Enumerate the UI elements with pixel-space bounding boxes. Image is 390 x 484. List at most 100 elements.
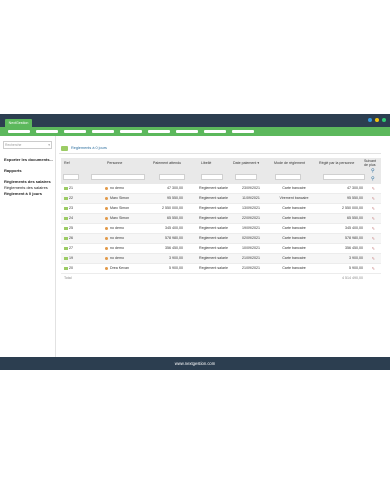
cell-text: 2 550 000,00 bbox=[162, 206, 183, 210]
cell-text: Reglement salarie bbox=[199, 236, 228, 240]
cell-text: 578 980,00 bbox=[345, 236, 363, 240]
row-action-icon[interactable]: ✎ bbox=[372, 186, 375, 191]
sidebar-link[interactable]: Exporter les documents... bbox=[4, 157, 53, 162]
row-person[interactable]: Marc Simon bbox=[105, 216, 145, 220]
table-row[interactable]: 27 no demo 356 450,00 Reglement salarie 10/0… bbox=[61, 244, 381, 254]
column-header[interactable]: Paiement attendu bbox=[153, 161, 181, 165]
cell-text: 19 bbox=[69, 256, 73, 260]
column-filter-input[interactable] bbox=[275, 174, 301, 180]
cell-text: 65 550,00 bbox=[347, 216, 363, 220]
row-ref[interactable]: 23 bbox=[64, 206, 84, 210]
table-row[interactable]: 23 Marc Simon 2 550 000,00 Reglement salari… bbox=[61, 204, 381, 214]
row-cell: Reglement salarie bbox=[199, 226, 237, 230]
nav-item[interactable] bbox=[36, 130, 58, 133]
table-row[interactable]: 22 Marc Simon 95 550,00 Reglement salarie 11… bbox=[61, 194, 381, 204]
search-icon[interactable]: ⚲ bbox=[371, 168, 375, 174]
sidebar-search-input[interactable]: Recherche ▾ bbox=[3, 141, 52, 149]
nav-item[interactable] bbox=[8, 130, 30, 133]
table-row[interactable]: 24 Marc Simon 65 550,00 Reglement salarie 22… bbox=[61, 214, 381, 224]
row-ref[interactable]: 27 bbox=[64, 246, 84, 250]
column-header[interactable]: Personne bbox=[107, 161, 122, 165]
cell-text: 345 400,00 bbox=[165, 226, 183, 230]
row-ref[interactable]: 24 bbox=[64, 216, 84, 220]
row-action-icon[interactable]: ✎ bbox=[372, 256, 375, 261]
row-person[interactable]: no demo bbox=[105, 226, 145, 230]
user-icon bbox=[105, 226, 108, 230]
row-action-icon[interactable]: ✎ bbox=[372, 246, 375, 251]
table-row[interactable]: 26 no demo 578 980,00 Reglement salarie 02/0… bbox=[61, 234, 381, 244]
column-header[interactable]: Réglé par la personne bbox=[319, 161, 354, 165]
column-header[interactable]: Mode de règlement bbox=[274, 161, 305, 165]
sidebar-link[interactable]: Rapports bbox=[4, 168, 22, 173]
column-filter-input[interactable] bbox=[235, 174, 257, 180]
footer-banner: www.nextgestion.com bbox=[0, 357, 390, 370]
row-cell: Carte bancaire bbox=[273, 206, 315, 210]
window-dot-green-icon[interactable] bbox=[382, 118, 386, 122]
row-ref[interactable]: 26 bbox=[64, 236, 84, 240]
window-dot-yellow-icon[interactable] bbox=[375, 118, 379, 122]
sidebar-link[interactable]: Règlement à 0 jours bbox=[4, 191, 42, 196]
sidebar-link[interactable]: Règlements des salaires bbox=[4, 185, 48, 190]
row-person[interactable]: no demo bbox=[105, 186, 145, 190]
nav-item[interactable] bbox=[120, 130, 142, 133]
column-header[interactable]: Suivant de plus bbox=[364, 159, 376, 167]
nav-item[interactable] bbox=[64, 130, 86, 133]
table-row[interactable]: 20 Drea Kevan 5 900,00 Reglement salarie 21/… bbox=[61, 264, 381, 274]
table-row[interactable]: 25 no demo 345 400,00 Reglement salarie 19/0… bbox=[61, 224, 381, 234]
row-person[interactable]: no demo bbox=[105, 246, 145, 250]
row-action-icon[interactable]: ✎ bbox=[372, 266, 375, 271]
cell-text: 47 300,00 bbox=[167, 186, 183, 190]
row-person[interactable]: no demo bbox=[105, 256, 145, 260]
table-row[interactable]: 21 no demo 47 300,00 Reglement salarie 23/09… bbox=[61, 184, 381, 194]
row-action-icon[interactable]: ✎ bbox=[372, 216, 375, 221]
row-ref[interactable]: 22 bbox=[64, 196, 84, 200]
column-filter-input[interactable] bbox=[91, 174, 145, 180]
row-action-icon[interactable]: ✎ bbox=[372, 236, 375, 241]
column-filter-input[interactable] bbox=[63, 174, 79, 180]
column-header[interactable]: Date paiement ▾ bbox=[233, 161, 259, 165]
nav-item[interactable] bbox=[204, 130, 226, 133]
cell-text: 02/09/2021 bbox=[242, 236, 260, 240]
row-ref[interactable]: 25 bbox=[64, 226, 84, 230]
folder-icon bbox=[64, 186, 68, 190]
column-header[interactable]: Libellé bbox=[201, 161, 211, 165]
row-cell: 47 300,00 bbox=[151, 186, 183, 190]
user-icon bbox=[105, 216, 108, 220]
row-cell: Reglement salarie bbox=[199, 186, 237, 190]
cell-text: no demo bbox=[110, 246, 124, 250]
cell-text: Drea Kevan bbox=[110, 266, 129, 270]
row-cell: 2 550 000,00 bbox=[325, 206, 363, 210]
row-cell: Reglement salarie bbox=[199, 216, 237, 220]
table-row[interactable]: 19 no demo 3 900,00 Reglement salarie 21/09/… bbox=[61, 254, 381, 264]
row-person[interactable]: Marc Simon bbox=[105, 196, 145, 200]
row-ref[interactable]: 19 bbox=[64, 256, 84, 260]
row-person[interactable]: Drea Kevan bbox=[105, 266, 145, 270]
column-filter-input[interactable] bbox=[201, 174, 223, 180]
column-filter-input[interactable] bbox=[323, 174, 365, 180]
nav-item[interactable] bbox=[232, 130, 254, 133]
user-icon bbox=[105, 186, 108, 190]
filter-search-icon[interactable]: ⚲ bbox=[371, 176, 375, 182]
column-filter-input[interactable] bbox=[159, 174, 185, 180]
row-person[interactable]: no demo bbox=[105, 236, 145, 240]
main-navbar bbox=[0, 127, 390, 136]
breadcrumb-label[interactable]: Reglements à 0 jours bbox=[71, 146, 107, 150]
row-ref[interactable]: 21 bbox=[64, 186, 84, 190]
row-action-icon[interactable]: ✎ bbox=[372, 226, 375, 231]
brand-tab[interactable]: NextGestion bbox=[5, 119, 32, 127]
nav-item[interactable] bbox=[148, 130, 170, 133]
cell-text: 345 400,00 bbox=[345, 226, 363, 230]
row-ref[interactable]: 20 bbox=[64, 266, 84, 270]
row-action-icon[interactable]: ✎ bbox=[372, 206, 375, 211]
window-dot-blue-icon[interactable] bbox=[368, 118, 372, 122]
title-bar: NextGestion bbox=[0, 114, 390, 127]
row-cell: 356 450,00 bbox=[325, 246, 363, 250]
cell-text: 10/09/2021 bbox=[242, 246, 260, 250]
cell-text: Carte bancaire bbox=[282, 186, 306, 190]
sidebar-link[interactable]: Règlements des salaires bbox=[4, 179, 51, 184]
nav-item[interactable] bbox=[176, 130, 198, 133]
row-person[interactable]: Marc Simon bbox=[105, 206, 145, 210]
nav-item[interactable] bbox=[92, 130, 114, 133]
row-action-icon[interactable]: ✎ bbox=[372, 196, 375, 201]
column-header[interactable]: Ref bbox=[64, 161, 70, 165]
